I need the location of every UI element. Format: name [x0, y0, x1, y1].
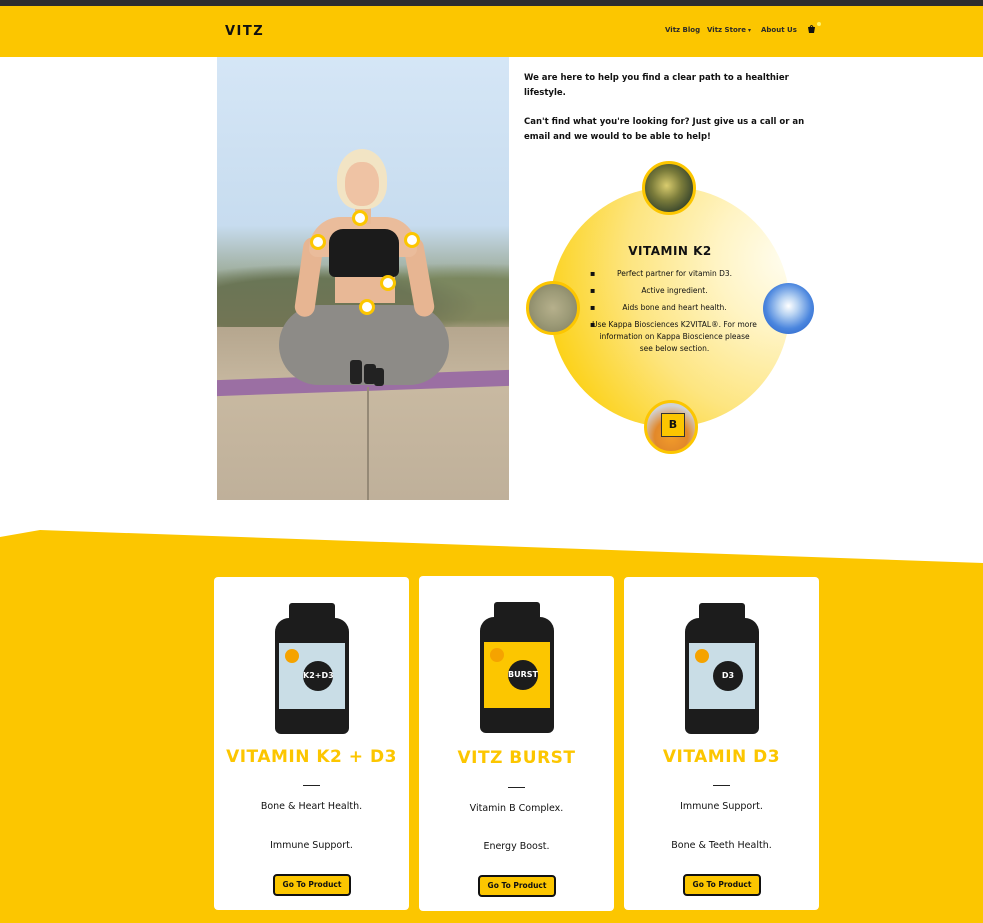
product-name[interactable]: VITAMIN D3: [624, 747, 819, 767]
cart-icon[interactable]: [807, 25, 816, 33]
intro-text: We are here to help you find a clear pat…: [524, 71, 824, 159]
go-to-product-button[interactable]: Go To Product: [273, 874, 351, 896]
photo-bottle: [350, 360, 362, 384]
feature-facts: Perfect partner for vitamin D3. Active i…: [590, 268, 757, 360]
go-to-product-button[interactable]: Go To Product: [478, 875, 556, 897]
jar-cap: [699, 603, 745, 621]
feature-fact: Use Kappa Biosciences K2VITAL®. For more…: [590, 319, 757, 355]
divider: [713, 785, 730, 786]
nav-vitz-store[interactable]: Vitz Store ▾: [707, 26, 751, 34]
product-benefit: Energy Boost.: [483, 841, 550, 852]
go-to-product-button[interactable]: Go To Product: [683, 874, 761, 896]
vitz-badge: [285, 649, 299, 663]
vitz-badge: [490, 648, 504, 662]
nav-vitz-store-label[interactable]: Vitz Store: [707, 26, 746, 34]
product-benefit: Bone & Heart Health.: [260, 801, 363, 812]
cart-count-badge: [817, 22, 821, 26]
logo[interactable]: VITZ: [225, 24, 264, 39]
product-name[interactable]: VITZ BURST: [419, 748, 614, 768]
product-benefit: Bone & Teeth Health.: [671, 840, 772, 851]
seeds-image-bubble[interactable]: [526, 281, 580, 335]
hero-photo: [217, 57, 509, 500]
nav-vitz-blog[interactable]: Vitz Blog: [665, 26, 700, 34]
jar-cap: [494, 602, 540, 620]
product-card: K2+D3 VITAMIN K2 + D3 Bone & Heart Healt…: [214, 577, 409, 910]
product-card: D3 VITAMIN D3 Immune Support. Bone & Tee…: [624, 577, 819, 910]
hotspot-dot[interactable]: [352, 210, 368, 226]
product-jar-image: BURST: [474, 602, 560, 734]
hotspot-dot[interactable]: [404, 232, 420, 248]
nav-about-us[interactable]: About Us: [761, 26, 797, 34]
intro-line-2: Can't find what you're looking for? Just…: [524, 117, 805, 142]
feature-fact: Perfect partner for vitamin D3.: [590, 268, 757, 280]
jar-label-text: BURST: [508, 660, 538, 690]
hotspot-dot[interactable]: [359, 299, 375, 315]
hotspot-dot[interactable]: [380, 275, 396, 291]
product-card: BURST VITZ BURST Vitamin B Complex. Ener…: [419, 576, 614, 911]
intro-line-1: We are here to help you find a clear pat…: [524, 73, 789, 98]
vitamin-b-label: B: [661, 413, 685, 437]
feature-fact: Aids bone and heart health.: [590, 302, 757, 314]
product-benefit: Immune Support.: [270, 840, 353, 851]
photo-sports-top: [329, 229, 399, 277]
photo-face: [345, 162, 379, 206]
divider: [508, 787, 525, 788]
vitz-badge: [695, 649, 709, 663]
plant-image-bubble[interactable]: [642, 161, 696, 215]
sun-image-bubble[interactable]: [763, 283, 814, 334]
product-benefit: Immune Support.: [680, 801, 763, 812]
jar-label-text: D3: [713, 661, 743, 691]
vitamin-b-image-bubble[interactable]: B: [644, 400, 698, 454]
feature-fact: Active ingredient.: [590, 285, 757, 297]
product-benefit: Vitamin B Complex.: [469, 803, 564, 814]
site-header: VITZ Vitz Blog Vitz Store ▾ About Us: [0, 6, 983, 57]
product-jar-image: D3: [679, 603, 765, 735]
chevron-down-icon[interactable]: ▾: [748, 27, 751, 34]
jar-label-text: K2+D3: [303, 661, 334, 691]
feature-title: VITAMIN K2: [628, 244, 712, 258]
photo-ground-line: [367, 387, 369, 500]
product-jar-image: K2+D3: [269, 603, 355, 735]
hotspot-dot[interactable]: [310, 234, 326, 250]
product-name[interactable]: VITAMIN K2 + D3: [214, 747, 409, 767]
photo-bottle: [374, 368, 384, 386]
jar-cap: [289, 603, 335, 621]
divider: [303, 785, 320, 786]
